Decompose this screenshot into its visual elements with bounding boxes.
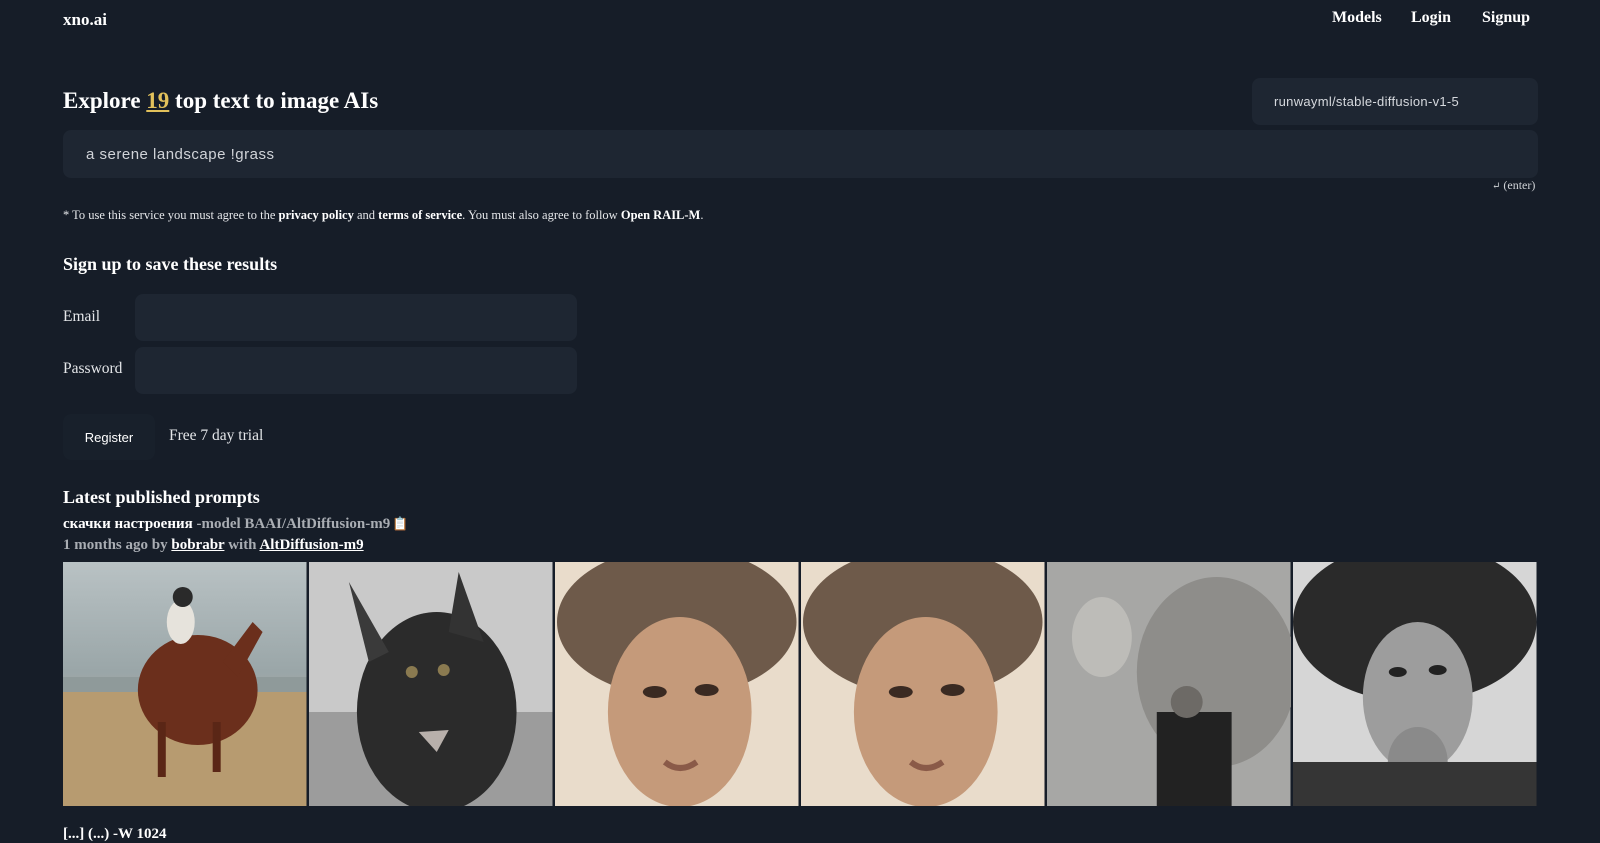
email-field[interactable] bbox=[135, 294, 577, 341]
gallery-image[interactable] bbox=[1047, 562, 1291, 806]
page-title: Explore 19 top text to image AIs bbox=[63, 88, 378, 114]
enter-hint-text: (enter) bbox=[1503, 178, 1536, 192]
password-label: Password bbox=[63, 360, 123, 377]
trial-text: Free 7 day trial bbox=[169, 427, 264, 444]
next-published-prompt: [...] (...) -W 1024 bbox=[63, 826, 167, 842]
title-suffix: top text to image AIs bbox=[169, 88, 379, 113]
enter-arrow-icon: ↵ bbox=[1492, 181, 1501, 192]
with-text: with bbox=[224, 537, 260, 553]
nav-models[interactable]: Models bbox=[1332, 9, 1382, 27]
password-field[interactable] bbox=[135, 347, 577, 394]
model-count-link[interactable]: 19 bbox=[146, 88, 169, 113]
terms-notice: * To use this service you must agree to … bbox=[63, 208, 704, 223]
model-link[interactable]: AltDiffusion-m9 bbox=[259, 537, 363, 553]
nav-signup[interactable]: Signup bbox=[1482, 9, 1530, 27]
clipboard-icon[interactable]: 📋 bbox=[392, 516, 408, 532]
gallery-image[interactable] bbox=[801, 562, 1045, 806]
open-rail-link[interactable]: Open RAIL-M bbox=[621, 208, 701, 222]
image-gallery bbox=[63, 562, 1537, 806]
gallery-image[interactable] bbox=[309, 562, 553, 806]
signup-heading: Sign up to save these results bbox=[63, 254, 278, 274]
terms-of-service-link[interactable]: terms of service bbox=[378, 208, 462, 222]
title-prefix: Explore bbox=[63, 88, 147, 113]
terms-text-2: and bbox=[353, 208, 379, 222]
logo[interactable]: xno.ai bbox=[63, 10, 107, 30]
nav-login[interactable]: Login bbox=[1411, 9, 1451, 27]
gallery-image[interactable] bbox=[1293, 562, 1537, 806]
prompt-meta: 1 months ago by bobrabr with AltDiffusio… bbox=[63, 537, 364, 554]
published-prompt: скачки настроения -model BAAI/AltDiffusi… bbox=[63, 516, 408, 533]
privacy-policy-link[interactable]: privacy policy bbox=[279, 208, 354, 222]
model-select-value: runwayml/stable-diffusion-v1-5 bbox=[1274, 94, 1460, 109]
time-ago: 1 months ago by bbox=[63, 537, 172, 553]
top-navigation: xno.ai Models Login Signup bbox=[0, 0, 1600, 40]
terms-text-3: . You must also agree to follow bbox=[462, 208, 621, 222]
published-prompt-text: скачки настроения bbox=[63, 516, 193, 532]
model-select[interactable]: runwayml/stable-diffusion-v1-5 bbox=[1252, 78, 1538, 125]
enter-hint: ↵ (enter) bbox=[1492, 178, 1535, 193]
register-button[interactable]: Register bbox=[63, 414, 155, 460]
email-label: Email bbox=[63, 308, 101, 325]
gallery-image[interactable] bbox=[555, 562, 799, 806]
latest-prompts-heading: Latest published prompts bbox=[63, 487, 260, 507]
published-prompt-model: -model BAAI/AltDiffusion-m9 bbox=[192, 516, 391, 532]
gallery-image[interactable] bbox=[63, 562, 307, 806]
terms-text-4: . bbox=[700, 208, 704, 222]
author-link[interactable]: bobrabr bbox=[171, 537, 224, 553]
terms-text-1: * To use this service you must agree to … bbox=[63, 208, 279, 222]
prompt-input-value: a serene landscape !grass bbox=[86, 145, 275, 163]
prompt-input[interactable]: a serene landscape !grass bbox=[63, 130, 1538, 178]
